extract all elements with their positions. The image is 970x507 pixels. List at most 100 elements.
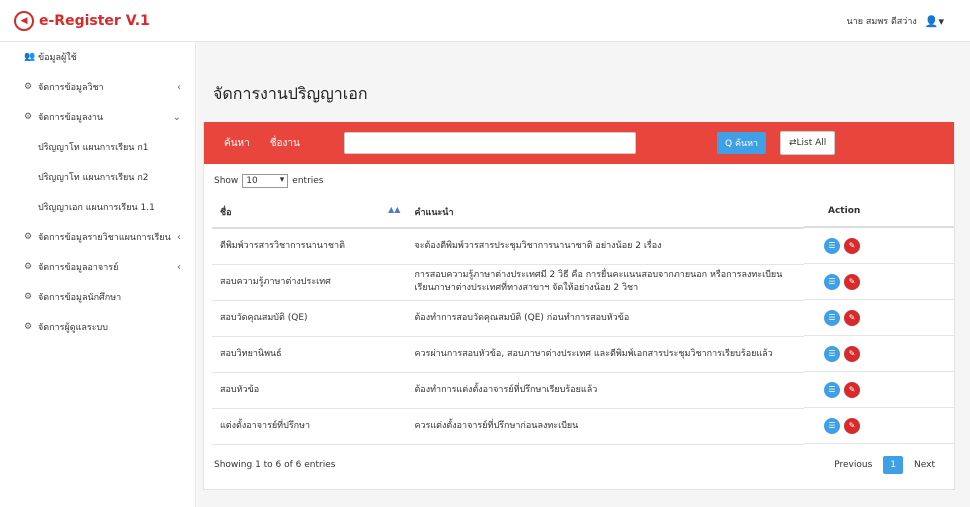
chevron-icon: ‹ — [177, 81, 181, 93]
list-icon[interactable]: ☰ — [824, 309, 840, 326]
edit-icon[interactable]: ✎ — [844, 381, 860, 398]
cell-desc: จะต้องตีพิมพ์วารสารประชุมวิชาการนานาชาติ… — [406, 228, 804, 265]
table-row: สอบหัวข้อ ต้องทำการแต่งตั้งอาจารย์ที่ปรึก… — [212, 372, 804, 409]
search-label: ค้นหา — [224, 137, 250, 149]
page-title: จัดการงานปริญญาเอก — [213, 84, 368, 103]
cell-desc: ต้องทำการแต่งตั้งอาจารย์ที่ปรึกษาเรียบร้… — [406, 372, 804, 409]
main-content: จัดการงานปริญญาเอก ค้นหา ชื่องาน Q ค้นหา… — [197, 42, 970, 507]
cogs-icon: ⚙ — [24, 112, 33, 122]
cell-desc: การสอบความรู้ภาษาต่างประเทศมี 2 วิธี คือ… — [406, 264, 804, 301]
pagination: Previous 1 Next — [827, 456, 942, 474]
page-length: Show 10 entries — [214, 174, 324, 188]
list-icon[interactable]: ☰ — [824, 345, 840, 362]
top-bar: ◀ e-Register V.1 นาย สมพร ดีสว่าง 👤▾ — [0, 0, 970, 42]
cell-name: สอบหัวข้อ — [212, 372, 407, 409]
action-column: ☰ ✎ ☰ ✎ ☰ ✎ ☰ ✎ ☰ ✎ ☰ ✎ — [804, 228, 954, 444]
entries-label: entries — [292, 176, 324, 186]
sidebar-item-label: ข้อมูลผู้ใช้ — [38, 53, 77, 63]
cell-desc: ต้องทำการสอบวัดคุณสมบัติ (QE) ก่อนทำการส… — [406, 300, 804, 337]
previous-button[interactable]: Previous — [827, 456, 879, 474]
sidebar: 👥 ข้อมูลผู้ใช้ ⚙ จัดการข้อมูลวิชา ‹ ⚙ จัดการข้… — [0, 42, 196, 507]
edit-icon[interactable]: ✎ — [844, 345, 860, 362]
cell-name: ตีพิมพ์วารสารวิชาการนานาชาติ — [212, 228, 407, 265]
sidebar-item-label: จัดการข้อมูลนักศึกษา — [38, 293, 122, 303]
sidebar-item-label: จัดการผู้ดูแลระบบ — [38, 323, 108, 333]
edit-icon[interactable]: ✎ — [844, 273, 860, 290]
action-cell: ☰ ✎ — [804, 264, 954, 300]
sidebar-item-label: ปริญญาโท แผนการเรียน ก2 — [38, 173, 149, 183]
edit-icon[interactable]: ✎ — [844, 417, 860, 434]
col-header-desc-label: คำแนะนำ — [414, 207, 454, 218]
showing-text: Showing 1 to 6 of 6 entries — [214, 460, 336, 470]
sidebar-item-label: ปริญญาเอก แผนการเรียน 1.1 — [38, 203, 155, 213]
col-header-name[interactable]: ชื่อ ▲▲ — [212, 196, 407, 229]
chevron-icon: ‹ — [177, 261, 181, 273]
sidebar-item-label: จัดการข้อมูลอาจารย์ — [38, 263, 119, 273]
sidebar-item[interactable]: ⚙ จัดการข้อมูลวิชา ‹ — [0, 72, 195, 102]
cell-name: สอบความรู้ภาษาต่างประเทศ — [212, 264, 407, 301]
sidebar-item[interactable]: ⚙ จัดการข้อมูลรายวิชาแผนการเรียน ‹ — [0, 222, 195, 252]
logo-icon: ◀ — [14, 11, 34, 31]
cell-desc: ควรผ่านการสอบหัวข้อ, สอบภาษาต่างประเทศ แ… — [406, 336, 804, 373]
cell-desc: ควรแต่งตั้งอาจารย์ที่ปรึกษาก่อนลงทะเบียน — [406, 408, 804, 445]
search-input[interactable] — [344, 132, 636, 154]
sidebar-item[interactable]: ⚙ จัดการผู้ดูแลระบบ — [0, 312, 195, 342]
sidebar-item[interactable]: ปริญญาโท แผนการเรียน ก1 — [0, 132, 195, 162]
chevron-icon: ‹ — [177, 231, 181, 243]
list-icon[interactable]: ☰ — [824, 273, 840, 290]
cell-name: แต่งตั้งอาจารย์ที่ปรึกษา — [212, 408, 407, 445]
show-label: Show — [214, 176, 239, 186]
cogs-icon: ⚙ — [24, 322, 33, 332]
content-panel: ค้นหา ชื่องาน Q ค้นหา ⇄List All Show 10 … — [203, 122, 955, 490]
col-header-name-label: ชื่อ — [220, 207, 232, 218]
col-header-action: Action — [804, 196, 954, 228]
action-cell: ☰ ✎ — [804, 408, 954, 444]
sidebar-item-label: จัดการข้อมูลรายวิชาแผนการเรียน — [38, 233, 171, 243]
table-row: สอบวัดคุณสมบัติ (QE) ต้องทำการสอบวัดคุณสม… — [212, 300, 804, 337]
sidebar-item[interactable]: ⚙ จัดการข้อมูลอาจารย์ ‹ — [0, 252, 195, 282]
brand-title: e-Register V.1 — [39, 13, 150, 29]
list-icon[interactable]: ☰ — [824, 237, 840, 254]
table-row: ตีพิมพ์วารสารวิชาการนานาชาติ จะต้องตีพิมพ… — [212, 228, 804, 265]
sidebar-item[interactable]: ⚙ จัดการข้อมูลงาน ⌄ — [0, 102, 195, 132]
search-button[interactable]: Q ค้นหา — [717, 132, 767, 154]
list-icon[interactable]: ☰ — [824, 381, 840, 398]
user-icon: 👤▾ — [924, 14, 944, 28]
table-row: แต่งตั้งอาจารย์ที่ปรึกษา ควรแต่งตั้งอาจาร… — [212, 408, 804, 445]
table-row: สอบความรู้ภาษาต่างประเทศ การสอบความรู้ภาษ… — [212, 264, 804, 301]
sidebar-item-label: ปริญญาโท แผนการเรียน ก1 — [38, 143, 149, 153]
user-name: นาย สมพร ดีสว่าง — [846, 17, 917, 27]
sidebar-item[interactable]: 👥 ข้อมูลผู้ใช้ — [0, 42, 195, 72]
cogs-icon: ⚙ — [24, 232, 33, 242]
chevron-icon: ⌄ — [172, 111, 181, 123]
cogs-icon: ⚙ — [24, 292, 33, 302]
action-cell: ☰ ✎ — [804, 372, 954, 408]
edit-icon[interactable]: ✎ — [844, 237, 860, 254]
brand[interactable]: ◀ e-Register V.1 — [14, 11, 150, 31]
cell-name: สอบวัดคุณสมบัติ (QE) — [212, 300, 407, 337]
data-table: ชื่อ ▲▲ คำแนะนำ ตีพิมพ์วารสารวิชาการนานา… — [212, 196, 804, 445]
cogs-icon: ⚙ — [24, 82, 33, 92]
sort-icon: ▲▲ — [388, 204, 401, 214]
sidebar-item[interactable]: ⚙ จัดการข้อมูลนักศึกษา — [0, 282, 195, 312]
next-button[interactable]: Next — [907, 456, 942, 474]
list-all-button[interactable]: ⇄List All — [780, 131, 836, 155]
action-cell: ☰ ✎ — [804, 228, 954, 264]
sidebar-item[interactable]: ปริญญาเอก แผนการเรียน 1.1 — [0, 192, 195, 222]
list-icon[interactable]: ☰ — [824, 417, 840, 434]
sidebar-item-label: จัดการข้อมูลงาน — [38, 113, 104, 123]
search-bar: ค้นหา ชื่องาน Q ค้นหา ⇄List All — [204, 122, 954, 164]
sidebar-item-label: จัดการข้อมูลวิชา — [38, 83, 104, 93]
users-icon: 👥 — [24, 52, 36, 62]
action-cell: ☰ ✎ — [804, 300, 954, 336]
search-field-label: ชื่องาน — [269, 137, 300, 149]
table-row: สอบวิทยานิพนธ์ ควรผ่านการสอบหัวข้อ, สอบภา… — [212, 336, 804, 373]
edit-icon[interactable]: ✎ — [844, 309, 860, 326]
page-length-select[interactable]: 10 — [242, 174, 289, 188]
col-header-desc[interactable]: คำแนะนำ — [406, 196, 804, 229]
user-menu[interactable]: นาย สมพร ดีสว่าง 👤▾ — [847, 14, 944, 28]
sidebar-item[interactable]: ปริญญาโท แผนการเรียน ก2 — [0, 162, 195, 192]
cell-name: สอบวิทยานิพนธ์ — [212, 336, 407, 373]
cogs-icon: ⚙ — [24, 262, 33, 272]
page-1-button[interactable]: 1 — [883, 456, 904, 474]
